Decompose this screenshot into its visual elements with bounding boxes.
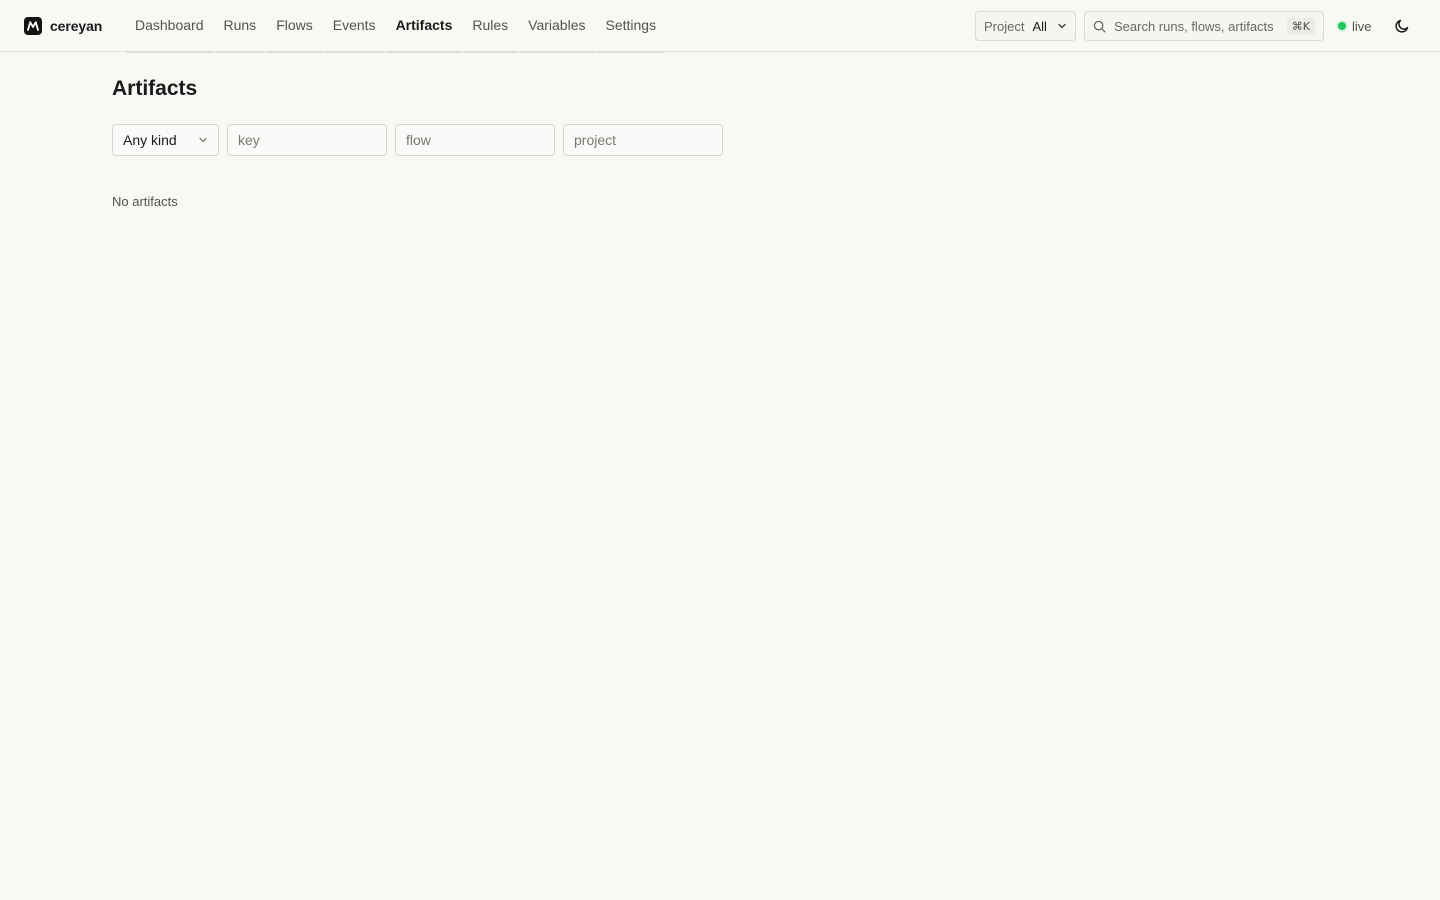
page-title: Artifacts <box>112 77 198 100</box>
filter-bar: Any kind <box>112 124 723 156</box>
live-status-dot <box>1338 22 1346 30</box>
nav-item-flows[interactable]: Flows <box>266 0 323 53</box>
top-bar: cereyan Dashboard Runs Flows Events Arti… <box>0 0 1440 53</box>
nav-item-artifacts[interactable]: Artifacts <box>386 0 463 53</box>
theme-toggle-button[interactable] <box>1390 14 1414 38</box>
nav-item-events[interactable]: Events <box>323 0 386 53</box>
kind-select[interactable]: Any kind <box>112 124 219 156</box>
search-placeholder: Search runs, flows, artifacts <box>1114 18 1274 34</box>
project-selector-label: Project <box>984 18 1025 34</box>
brand-name: cereyan <box>50 17 103 34</box>
live-status: live <box>1338 18 1372 34</box>
main-nav: Dashboard Runs Flows Events Artifacts Ru… <box>125 0 666 53</box>
nav-item-settings[interactable]: Settings <box>595 0 666 53</box>
key-filter-input[interactable] <box>227 124 387 156</box>
nav-item-dashboard[interactable]: Dashboard <box>125 0 214 53</box>
search-icon <box>1093 20 1106 33</box>
chevron-down-icon <box>1057 21 1067 31</box>
search-shortcut: ⌘K <box>1286 17 1315 35</box>
project-selector-value: All <box>1032 18 1047 34</box>
flow-filter-input[interactable] <box>395 124 555 156</box>
empty-state-message: No artifacts <box>112 194 178 209</box>
live-status-label: live <box>1352 18 1372 34</box>
project-selector[interactable]: Project All <box>975 11 1076 41</box>
nav-item-variables[interactable]: Variables <box>518 0 595 53</box>
m-logo-icon <box>24 16 42 35</box>
moon-icon <box>1394 18 1410 34</box>
kind-select-value: Any kind <box>123 132 177 148</box>
global-search[interactable]: Search runs, flows, artifacts ⌘K <box>1084 11 1324 41</box>
project-filter-input[interactable] <box>563 124 723 156</box>
nav-item-runs[interactable]: Runs <box>214 0 267 53</box>
chevron-down-icon <box>198 135 208 145</box>
nav-item-rules[interactable]: Rules <box>462 0 518 53</box>
brand[interactable]: cereyan <box>24 16 102 35</box>
